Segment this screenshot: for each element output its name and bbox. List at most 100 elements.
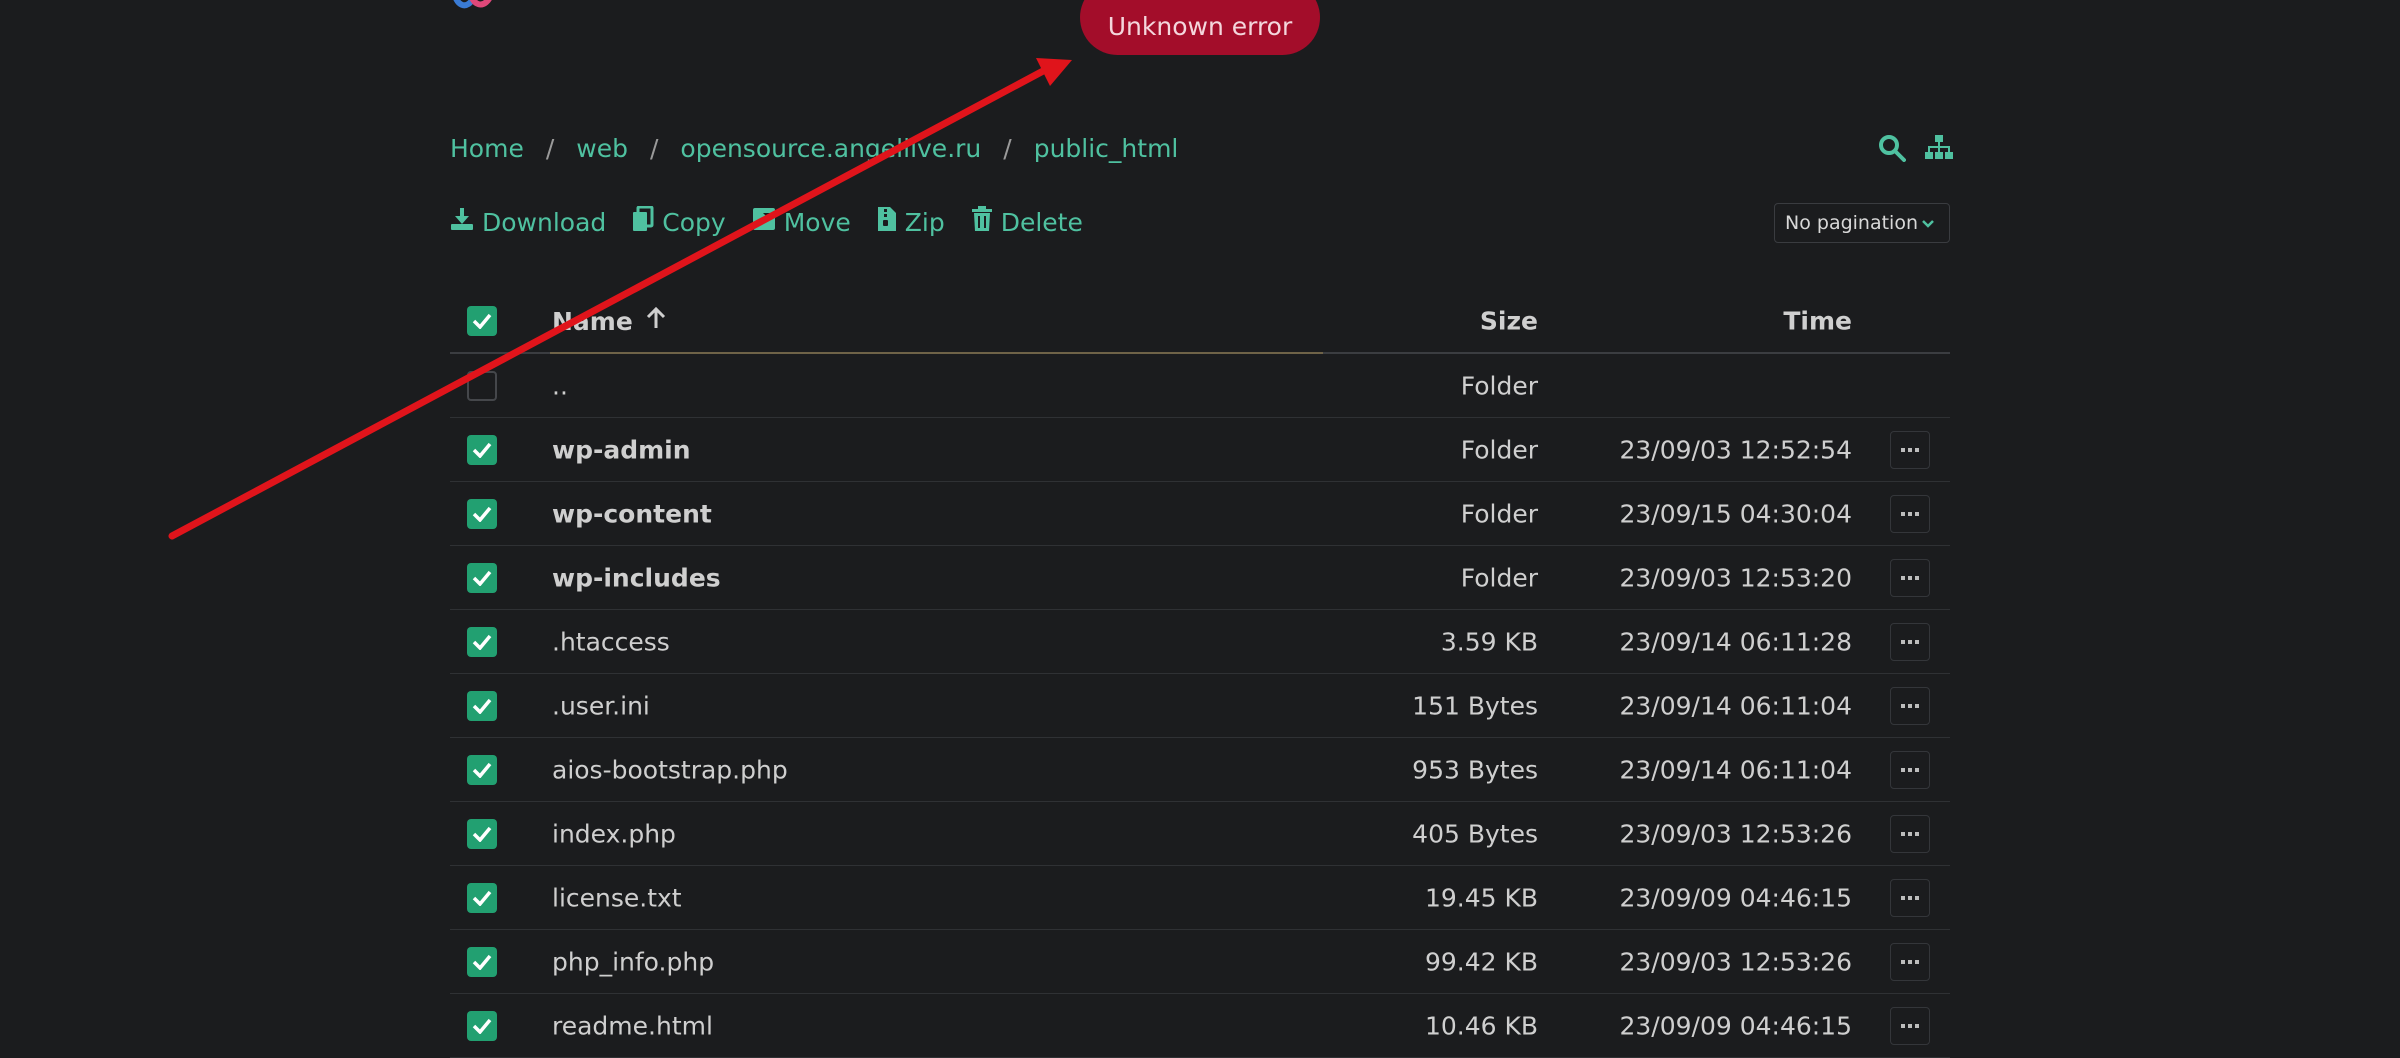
file-size: Folder	[1460, 435, 1538, 464]
download-button[interactable]: Download	[450, 207, 606, 237]
row-checkbox[interactable]	[467, 818, 497, 849]
error-toast[interactable]: Unknown error	[1080, 0, 1320, 55]
zip-icon	[877, 206, 897, 238]
table-row[interactable]: aios-bootstrap.php 953 Bytes 23/09/14 06:1…	[450, 738, 1950, 802]
file-name[interactable]: wp-admin	[552, 435, 691, 464]
app-logo[interactable]	[448, 0, 504, 16]
delete-button[interactable]: Delete	[971, 206, 1083, 238]
file-name[interactable]: index.php	[552, 819, 676, 848]
row-checkbox[interactable]	[467, 434, 497, 465]
row-checkbox[interactable]	[467, 626, 497, 657]
ellipsis-icon	[1901, 511, 1919, 516]
table-body: .. Folder wp-admin Folder 23/09/03 12:52:54 w…	[450, 354, 1950, 1058]
breadcrumb-separator: /	[1003, 133, 1012, 163]
table-row[interactable]: index.php 405 Bytes 23/09/03 12:53:26	[450, 802, 1950, 866]
row-checkbox-cell[interactable]	[467, 434, 497, 465]
row-checkbox[interactable]	[467, 1010, 497, 1041]
row-checkbox-cell[interactable]	[467, 498, 497, 529]
file-time: 23/09/14 06:11:04	[1619, 755, 1852, 784]
row-checkbox[interactable]	[467, 498, 497, 529]
pagination-select[interactable]: No pagination	[1774, 203, 1950, 243]
file-size: 953 Bytes	[1412, 755, 1538, 784]
table-row[interactable]: readme.html 10.46 KB 23/09/09 04:46:15	[450, 994, 1950, 1058]
row-checkbox-cell[interactable]	[467, 562, 497, 593]
row-checkbox-cell[interactable]	[467, 818, 497, 849]
more-options-button[interactable]	[1890, 430, 1930, 469]
select-all-checkbox[interactable]	[467, 306, 497, 336]
copy-label: Copy	[662, 207, 726, 237]
file-name[interactable]: .user.ini	[552, 691, 650, 720]
sitemap-icon[interactable]	[1924, 134, 1954, 162]
breadcrumb-item-home[interactable]: Home	[450, 134, 524, 163]
table-row[interactable]: php_info.php 99.42 KB 23/09/03 12:53:26	[450, 930, 1950, 994]
copy-button[interactable]: Copy	[632, 205, 726, 238]
table-row[interactable]: wp-content Folder 23/09/15 04:30:04	[450, 482, 1950, 546]
row-checkbox-cell[interactable]	[467, 946, 497, 977]
column-header-time[interactable]: Time	[1783, 307, 1852, 336]
column-header-name[interactable]: Name	[552, 306, 667, 336]
file-time: 23/09/03 12:52:54	[1619, 435, 1852, 464]
row-checkbox[interactable]	[467, 562, 497, 593]
file-name[interactable]: .htaccess	[552, 627, 670, 656]
file-time: 23/09/14 06:11:04	[1619, 691, 1852, 720]
file-time: 23/09/09 04:46:15	[1619, 1011, 1852, 1040]
file-size: 19.45 KB	[1424, 883, 1538, 912]
table-row[interactable]: wp-includes Folder 23/09/03 12:53:20	[450, 546, 1950, 610]
more-options-button[interactable]	[1890, 1006, 1930, 1045]
file-table: Name Size Time .. Folder wp-admin Folder 23/…	[450, 290, 1950, 1058]
breadcrumb-item-public-html[interactable]: public_html	[1034, 134, 1179, 163]
more-options-button[interactable]	[1890, 750, 1930, 789]
column-header-size[interactable]: Size	[1480, 307, 1538, 336]
more-options-button[interactable]	[1890, 814, 1930, 853]
more-options-button[interactable]	[1890, 558, 1930, 597]
file-time: 23/09/15 04:30:04	[1619, 499, 1852, 528]
file-name[interactable]: license.txt	[552, 883, 682, 912]
row-checkbox-cell[interactable]	[467, 1010, 497, 1041]
checkbox[interactable]	[467, 306, 497, 336]
more-options-button[interactable]	[1890, 878, 1930, 917]
row-checkbox-cell[interactable]	[467, 754, 497, 785]
file-name[interactable]: php_info.php	[552, 947, 714, 976]
more-options-button[interactable]	[1890, 622, 1930, 661]
ellipsis-icon	[1901, 1023, 1919, 1028]
row-checkbox[interactable]	[467, 882, 497, 913]
row-checkbox-cell[interactable]	[467, 370, 497, 401]
file-size: Folder	[1460, 499, 1538, 528]
file-size: Folder	[1460, 371, 1538, 400]
search-icon[interactable]	[1878, 134, 1906, 162]
breadcrumb-item-web[interactable]: web	[576, 134, 628, 163]
file-time: 23/09/03 12:53:26	[1619, 819, 1852, 848]
more-options-button[interactable]	[1890, 686, 1930, 725]
row-checkbox-cell[interactable]	[467, 882, 497, 913]
file-time: 23/09/03 12:53:20	[1619, 563, 1852, 592]
more-options-button[interactable]	[1890, 942, 1930, 981]
trash-icon	[971, 206, 993, 238]
table-row[interactable]: .htaccess 3.59 KB 23/09/14 06:11:28	[450, 610, 1950, 674]
table-row[interactable]: .. Folder	[450, 354, 1950, 418]
row-checkbox[interactable]	[467, 946, 497, 977]
table-row[interactable]: .user.ini 151 Bytes 23/09/14 06:11:04	[450, 674, 1950, 738]
zip-button[interactable]: Zip	[877, 206, 945, 238]
file-name[interactable]: wp-content	[552, 499, 712, 528]
breadcrumb-item-site[interactable]: opensource.angellive.ru	[680, 134, 981, 163]
column-header-name-label: Name	[552, 306, 633, 336]
table-row[interactable]: wp-admin Folder 23/09/03 12:52:54	[450, 418, 1950, 482]
ellipsis-icon	[1901, 447, 1919, 452]
file-time: 23/09/03 12:53:26	[1619, 947, 1852, 976]
file-name[interactable]: readme.html	[552, 1011, 713, 1040]
file-toolbar: Download Copy Move Zip Delete	[450, 202, 1083, 242]
ellipsis-icon	[1901, 895, 1919, 900]
row-checkbox[interactable]	[467, 690, 497, 721]
file-name[interactable]: aios-bootstrap.php	[552, 755, 788, 784]
row-checkbox-cell[interactable]	[467, 626, 497, 657]
table-row[interactable]: license.txt 19.45 KB 23/09/09 04:46:15	[450, 866, 1950, 930]
row-checkbox-cell[interactable]	[467, 690, 497, 721]
file-size: 10.46 KB	[1424, 1011, 1538, 1040]
row-checkbox[interactable]	[467, 370, 497, 401]
row-checkbox[interactable]	[467, 754, 497, 785]
more-options-button[interactable]	[1890, 494, 1930, 533]
file-name[interactable]: wp-includes	[552, 563, 721, 592]
ellipsis-icon	[1901, 575, 1919, 580]
file-name[interactable]: ..	[552, 371, 568, 400]
move-button[interactable]: Move	[752, 207, 851, 237]
